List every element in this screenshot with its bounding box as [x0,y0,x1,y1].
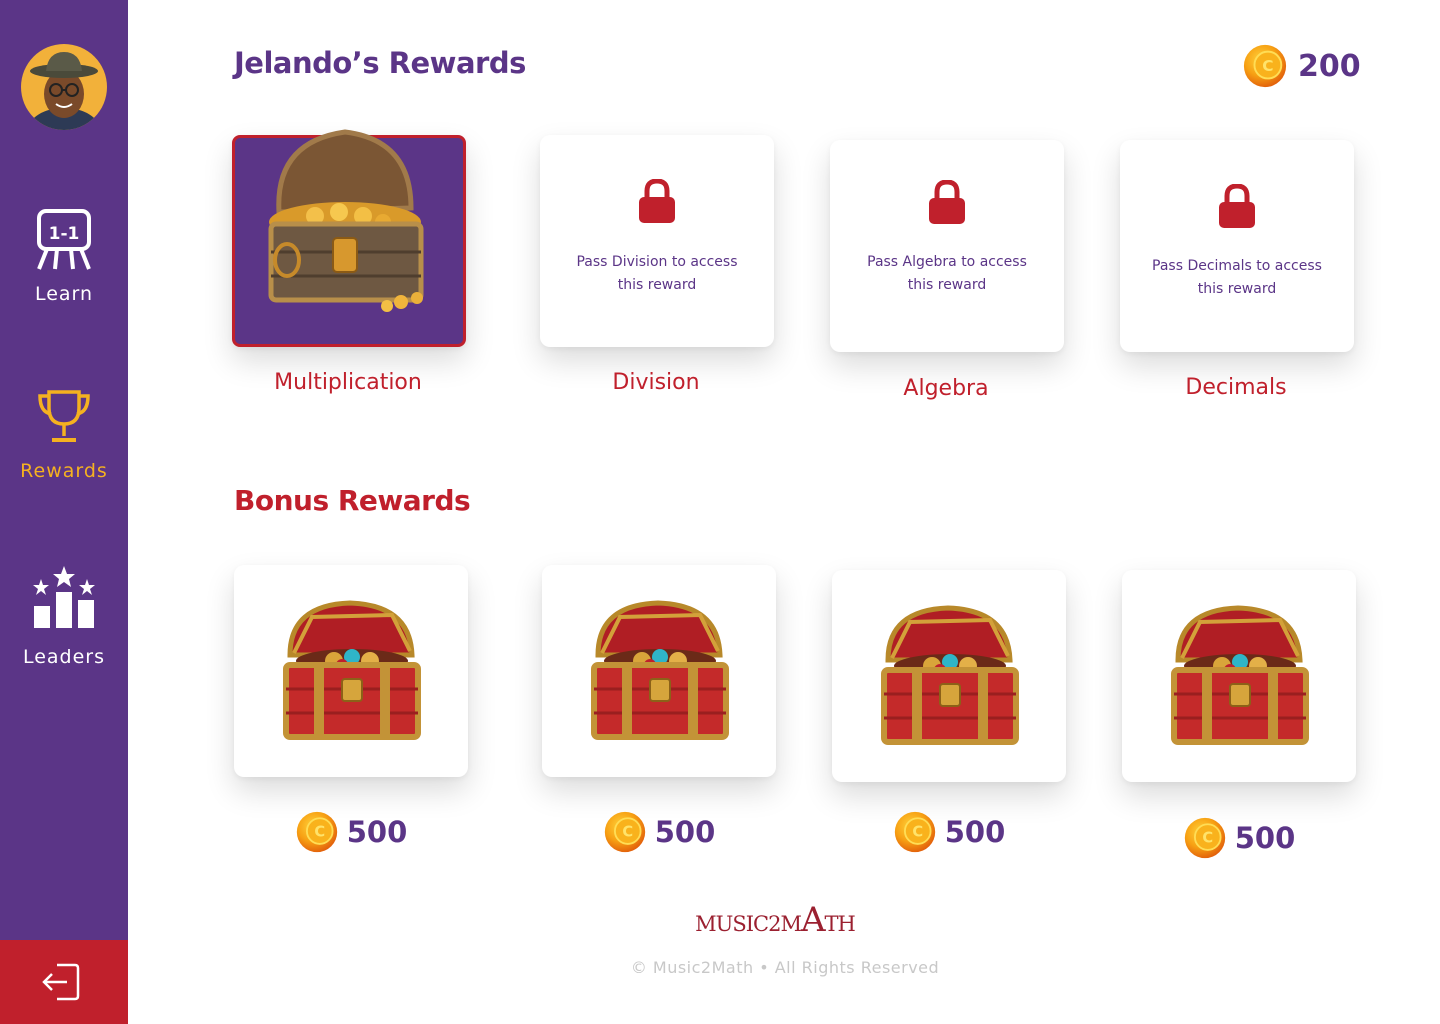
lock-icon [929,180,965,224]
bonus-price-amount: 500 [944,815,1006,849]
coin-balance-amount: 200 [1298,48,1361,84]
treasure-chest-image [268,129,424,312]
lock-text: Pass Decimals to access this reward [1152,258,1322,297]
bonus-card[interactable] [1122,570,1356,782]
sidebar-item-rewards[interactable]: Rewards [0,388,128,482]
sidebar: 1-1 Learn Rewards Leaders [0,0,128,1024]
treasure-chest-image [580,595,740,745]
bonus-price-amount: 500 [346,815,408,849]
treasure-chest-image [1160,600,1320,750]
bonus-price: 500 [832,808,1066,856]
logout-button[interactable] [0,940,128,1024]
coin-icon [1242,42,1288,90]
reward-card-division[interactable]: Pass Division to access this reward [540,135,774,347]
bonus-price-amount: 500 [1234,821,1296,855]
reward-card-decimals[interactable]: Pass Decimals to access this reward [1120,140,1354,352]
reward-name: Division [612,370,700,395]
lock-icon [1219,184,1255,228]
reward-name: Multiplication [274,370,422,395]
avatar[interactable] [21,44,107,130]
bonus-price: 500 [1122,814,1356,862]
bonus-price: 500 [542,808,776,856]
reward-name: Algebra [903,376,989,401]
sidebar-item-leaders[interactable]: Leaders [0,566,128,668]
reward-name: Decimals [1185,375,1287,400]
logo-text: TH [824,912,856,936]
logo-text: A [800,900,826,940]
sidebar-item-label: Leaders [22,646,106,668]
coin-icon [603,808,647,856]
copyright-text: © Music2Math • All Rights Reserved [630,958,940,977]
coin-balance: 200 [1242,42,1361,90]
logout-icon [42,963,80,1001]
coin-icon [1183,814,1227,862]
bonus-price: 500 [234,808,468,856]
reward-card-algebra[interactable]: Pass Algebra to access this reward [830,140,1064,352]
trophy-icon [38,390,90,442]
logo-text: MUSIC2M [695,912,802,936]
whiteboard-icon: 1-1 [37,209,91,270]
treasure-chest-image [272,595,432,745]
page-title: Jelando’s Rewards [234,46,526,80]
treasure-chest-image [870,600,1030,750]
podium-stars-icon [33,566,95,628]
svg-text:1-1: 1-1 [49,224,80,244]
sidebar-item-label: Rewards [20,460,108,482]
bonus-card[interactable] [234,565,468,777]
coin-icon [893,808,937,856]
bonus-card[interactable] [542,565,776,777]
lock-text: Pass Division to access this reward [576,254,738,293]
section-title-bonus: Bonus Rewards [234,484,471,517]
lock-icon [639,179,675,223]
coin-icon [295,808,339,856]
bonus-card[interactable] [832,570,1066,782]
reward-card-multiplication[interactable] [232,129,466,347]
sidebar-item-learn[interactable]: 1-1 Learn [0,207,128,305]
music2math-logo: MUSIC2MATH [680,903,870,937]
sidebar-item-label: Learn [34,283,94,305]
lock-text: Pass Algebra to access this reward [867,254,1027,293]
bonus-price-amount: 500 [654,815,716,849]
